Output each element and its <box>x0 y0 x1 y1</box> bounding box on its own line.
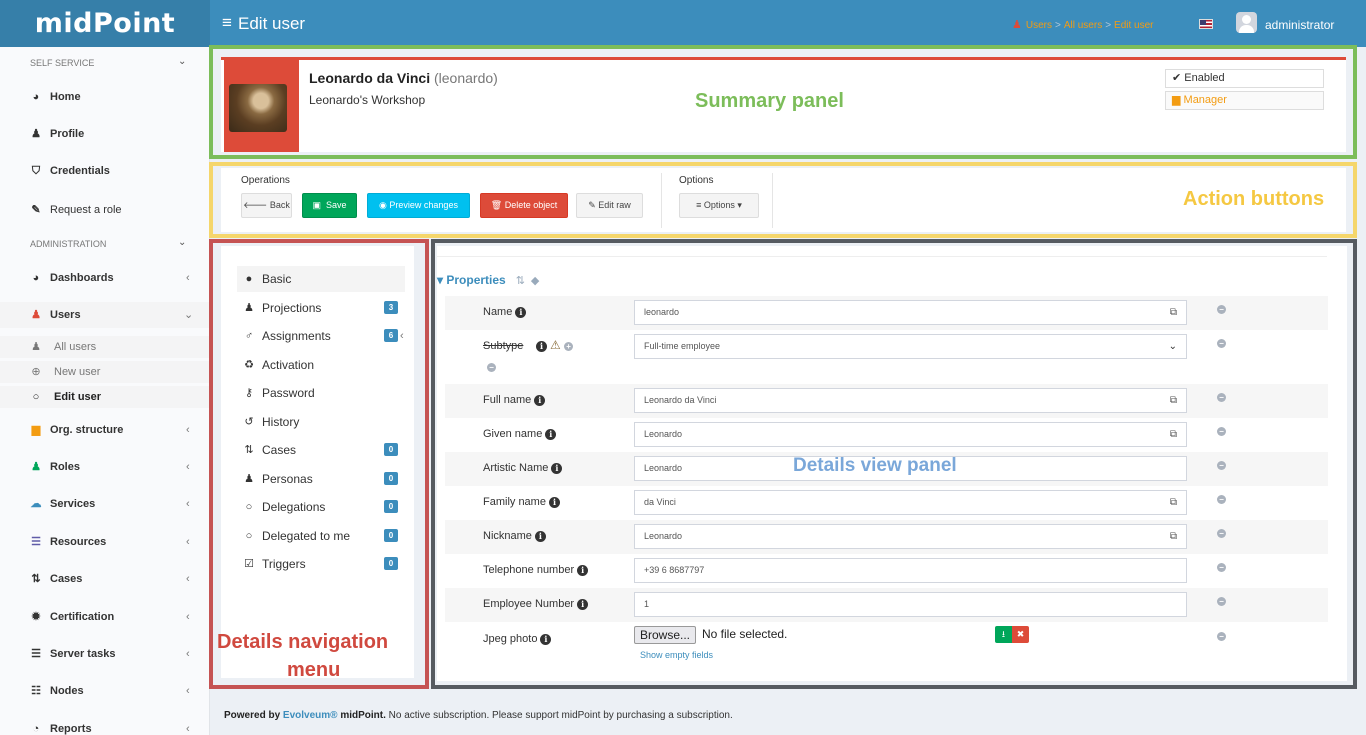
annotation-actions-label: Action buttons <box>1183 188 1325 210</box>
sidebar-item-home[interactable]: ◕ Home <box>0 84 209 110</box>
roles-icon: ♟ <box>31 461 41 473</box>
dashboard-icon: ◕ <box>32 272 40 284</box>
cases-icon: ⇅ <box>31 573 41 585</box>
sidebar-subitem-new-user[interactable]: ⊕ New user <box>0 361 209 383</box>
user-icon: ♟ <box>31 341 41 353</box>
circle-icon: ○ <box>32 391 40 403</box>
sidebar-item-resources[interactable]: ☰ Resources ‹ <box>0 529 209 555</box>
sidebar-section-self-service: SELF SERVICE <box>30 58 95 68</box>
page-title: Edit user <box>238 14 306 33</box>
sidebar-item-credentials[interactable]: ⛉ Credentials <box>0 158 209 184</box>
user-avatar-icon[interactable] <box>1236 12 1257 33</box>
user-icon: ♟ <box>1012 19 1022 31</box>
breadcrumb-all-users[interactable]: All users <box>1064 20 1102 31</box>
top-header: midPoint ≡ Edit user ♟ Users > All users > Ed… <box>0 0 1366 47</box>
sidebar-item-users[interactable]: ♟ Users ⌄ <box>0 302 209 328</box>
shield-icon: ⛉ <box>31 165 41 177</box>
sidebar-item-roles[interactable]: ♟ Roles ‹ <box>0 454 209 480</box>
tasks-icon: ☰ <box>31 648 41 660</box>
reports-icon: ◔ <box>32 723 40 735</box>
sidebar-section-administration: ADMINISTRATION <box>30 239 107 249</box>
dashboard-icon: ◕ <box>32 91 40 103</box>
chevron-left-icon: ‹ <box>186 611 190 623</box>
chevron-down-icon[interactable]: ⌄ <box>178 56 186 67</box>
sidebar-item-cases[interactable]: ⇅ Cases ‹ <box>0 566 209 592</box>
chevron-left-icon: ‹ <box>186 685 190 697</box>
sidebar-subitem-edit-user[interactable]: ○ Edit user <box>0 386 209 408</box>
edit-icon: ✎ <box>31 204 41 216</box>
cloud-icon: ☁ <box>30 498 42 510</box>
breadcrumb-edit-user: Edit user <box>1114 20 1154 31</box>
sidebar-item-server-tasks[interactable]: ☰ Server tasks ‹ <box>0 641 209 667</box>
sidebar-item-dashboards[interactable]: ◕ Dashboards ‹ <box>0 265 209 291</box>
nodes-icon: ☷ <box>31 685 41 697</box>
annotation-nav-label-line2: menu <box>287 659 341 681</box>
annotation-nav-label-line1: Details navigation <box>217 631 389 653</box>
chevron-left-icon: ‹ <box>186 723 190 735</box>
chevron-left-icon: ‹ <box>186 424 190 436</box>
sidebar-item-request-role[interactable]: ✎ Request a role <box>0 197 209 223</box>
sidebar-item-reports[interactable]: ◔ Reports ‹ <box>0 716 209 735</box>
building-icon: ▆ <box>31 424 41 436</box>
chevron-left-icon: ‹ <box>186 272 190 284</box>
certificate-icon: ✹ <box>31 611 41 623</box>
chevron-down-icon: ⌄ <box>184 309 194 321</box>
user-icon: ♟ <box>31 309 41 321</box>
sidebar-item-nodes[interactable]: ☷ Nodes ‹ <box>0 678 209 704</box>
evolveum-link[interactable]: Evolveum® <box>283 710 338 721</box>
sidebar-item-certification[interactable]: ✹ Certification ‹ <box>0 604 209 630</box>
sidebar: SELF SERVICE ⌄ ◕ Home ♟ Profile ⛉ Credentia… <box>0 47 210 735</box>
database-icon: ☰ <box>31 536 41 548</box>
annotation-nav-box <box>209 239 429 689</box>
chevron-left-icon: ‹ <box>186 536 190 548</box>
sidebar-item-org-structure[interactable]: ▆ Org. structure ‹ <box>0 417 209 443</box>
sidebar-item-services[interactable]: ☁ Services ‹ <box>0 491 209 517</box>
chevron-left-icon: ‹ <box>186 573 190 585</box>
breadcrumb-users[interactable]: Users <box>1026 20 1052 31</box>
annotation-summary-label: Summary panel <box>695 90 844 112</box>
chevron-left-icon: ‹ <box>186 461 190 473</box>
plus-circle-icon: ⊕ <box>31 366 41 378</box>
sidebar-item-profile[interactable]: ♟ Profile <box>0 121 209 147</box>
breadcrumb: ♟ Users > All users > Edit user <box>1012 19 1154 31</box>
footer: Powered by Evolveum® midPoint. No active… <box>224 710 733 721</box>
chevron-left-icon: ‹ <box>186 498 190 510</box>
user-menu[interactable]: administrator <box>1265 18 1334 32</box>
annotation-details-label: Details view panel <box>793 455 957 476</box>
language-flag-icon[interactable] <box>1199 19 1213 29</box>
app-logo[interactable]: midPoint <box>0 0 210 47</box>
sidebar-toggle-icon[interactable]: ≡ <box>222 13 232 33</box>
chevron-left-icon: ‹ <box>186 648 190 660</box>
sidebar-subitem-all-users[interactable]: ♟ All users <box>0 336 209 358</box>
chevron-down-icon[interactable]: ⌄ <box>178 237 186 248</box>
user-icon: ♟ <box>31 128 41 140</box>
